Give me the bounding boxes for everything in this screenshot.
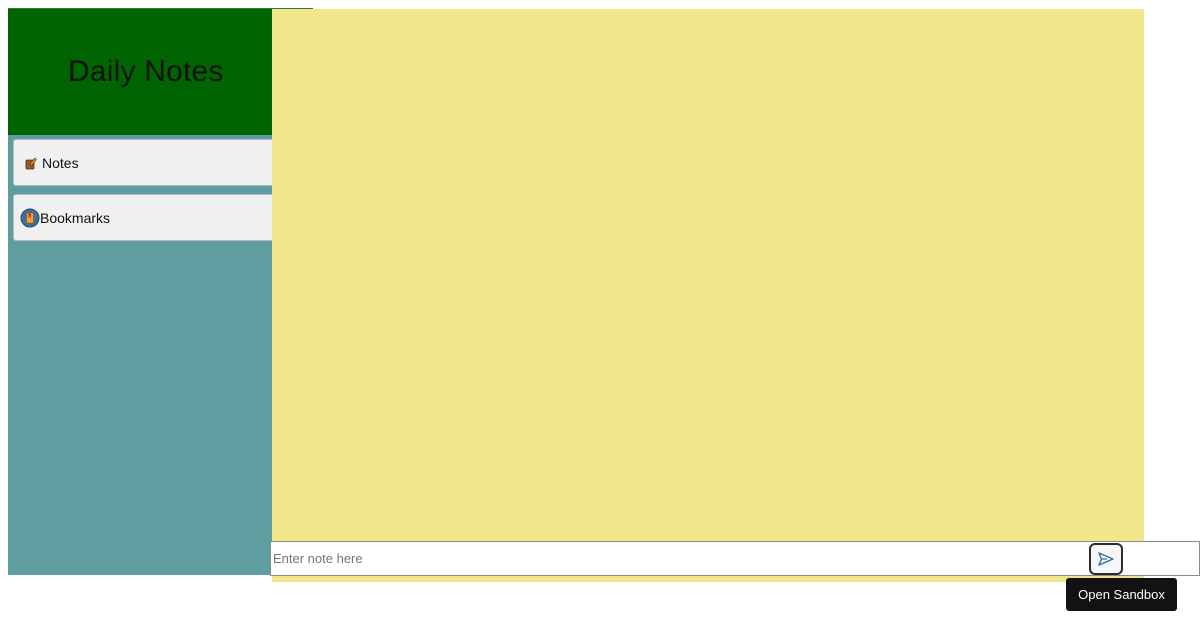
bookmark-icon [20,208,40,228]
sidebar-header: Daily Notes [8,8,313,135]
sidebar-item-label: Notes [42,154,79,171]
note-composer [270,541,1200,576]
app-title: Daily Notes [68,55,224,88]
notes-content-area [272,9,1144,582]
open-sandbox-button[interactable]: Open Sandbox [1066,578,1177,611]
sidebar-item-label: Bookmarks [40,209,111,226]
sidebar-item-notes[interactable]: Notes [13,139,275,186]
sidebar-item-bookmarks[interactable]: Bookmarks [13,194,275,241]
note-input[interactable] [273,542,1083,575]
send-button[interactable] [1089,543,1123,575]
send-icon [1097,551,1115,567]
pencil-note-icon [22,155,38,171]
sidebar: Daily Notes Notes Bookmarks [8,8,313,575]
